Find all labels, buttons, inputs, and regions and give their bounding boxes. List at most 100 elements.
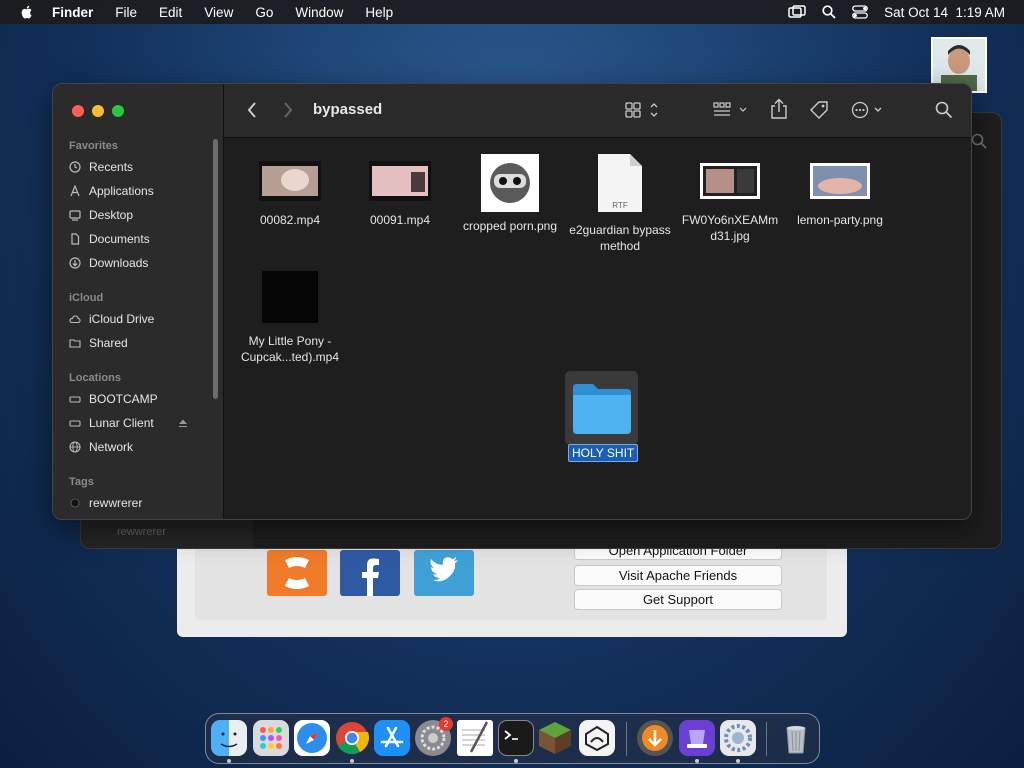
file-item-my-little-pony-mp4[interactable]: My Little Pony - Cupcak...ted).mp4 [235,269,345,365]
sidebar-item-downloads[interactable]: Downloads [69,253,148,273]
more-actions-icon[interactable] [851,101,887,119]
sidebar-item-label: Shared [89,336,128,350]
downloads-stack-icon[interactable] [637,720,673,756]
tag-dot-icon [70,498,80,508]
window-title: bypassed [313,101,383,118]
visit-apache-friends-button[interactable]: Visit Apache Friends [574,565,782,586]
selected-folder-name[interactable]: HOLY SHIT [568,444,639,462]
zoom-window-button[interactable] [112,105,124,117]
sidebar-item-recents[interactable]: Recents [69,157,133,177]
sidebar-item-lunar-client[interactable]: Lunar Client [69,413,219,433]
menu-help[interactable]: Help [365,5,393,20]
file-browser-area[interactable]: 00082.mp4 00091.mp4 cropped porn.png RTF… [224,138,971,519]
menu-edit[interactable]: Edit [159,5,182,20]
xampp-icon[interactable] [679,720,715,756]
image-thumbnail-icon [700,163,760,199]
video-thumbnail-icon [260,269,320,325]
folder-icon[interactable] [571,382,633,436]
file-name: 00082.mp4 [259,213,321,227]
twitter-icon[interactable] [414,550,474,596]
sidebar-item-tag-rewwrerer[interactable]: rewwrerer [69,493,142,513]
sidebar-item-applications[interactable]: Applications [69,181,154,201]
tag-icon[interactable] [809,100,829,120]
shared-folder-icon [69,339,81,348]
icon-view-icon[interactable] [625,101,661,119]
menu-window[interactable]: Window [295,5,343,20]
file-item-e2guardian-rtf[interactable]: RTF e2guardian bypass method [565,153,675,254]
applications-icon [70,185,80,197]
sidebar-scrollbar[interactable] [213,139,218,399]
finder-icon[interactable] [211,720,247,756]
back-chevron-icon[interactable] [246,101,258,119]
drive-icon [69,420,81,427]
menu-file[interactable]: File [115,5,137,20]
sidebar-item-shared[interactable]: Shared [69,333,128,353]
sidebar-item-label: Network [89,440,134,454]
background-search-icon[interactable] [971,133,987,149]
lunar-client-icon[interactable] [579,720,615,756]
facebook-icon[interactable] [340,550,400,596]
sidebar-section-locations: Locations [69,372,121,384]
xampp-logo-icon[interactable] [267,550,327,596]
sidebar-item-desktop[interactable]: Desktop [69,205,133,225]
download-icon [69,257,81,269]
menu-app-name[interactable]: Finder [52,5,93,20]
sidebar-section-tags: Tags [69,476,94,488]
eject-icon[interactable] [177,417,189,429]
app-store-icon[interactable] [374,720,410,756]
rtf-badge: RTF [612,201,628,210]
launchpad-icon[interactable] [253,720,289,756]
search-icon[interactable] [935,101,953,119]
sidebar-item-documents[interactable]: Documents [69,229,150,249]
menu-bar: Finder File Edit View Go Window Help Sat… [0,0,1024,24]
share-icon[interactable] [770,98,788,120]
dock-running-indicator [350,759,354,763]
background-sidebar-tag: rewwrerer [117,526,166,538]
menu-go[interactable]: Go [255,5,273,20]
menubar-clock[interactable]: Sat Oct 14 1:19 AM [884,5,1005,20]
sidebar-item-label: Recents [89,160,134,174]
sidebar-item-network[interactable]: Network [69,437,133,457]
sidebar-item-icloud-drive[interactable]: iCloud Drive [69,309,154,329]
minimize-window-button[interactable] [92,105,104,117]
get-support-button[interactable]: Get Support [574,589,782,610]
file-item-lemon-party-png[interactable]: lemon-party.png [785,158,895,228]
terminal-icon[interactable] [498,720,534,756]
file-name: 00091.mp4 [369,213,431,227]
dock-separator [626,722,627,756]
desktop-icon [69,210,81,221]
close-window-button[interactable] [72,105,84,117]
clock-icon [69,161,81,173]
dock-running-indicator [695,759,699,763]
menu-view[interactable]: View [204,5,233,20]
minecraft-icon[interactable] [537,720,573,756]
file-name: My Little Pony - Cupcak...ted).mp4 [240,334,340,364]
dock-running-indicator [227,759,231,763]
file-item-fw0yo6-jpg[interactable]: FW0Yo6nXEAMmd31.jpg [675,158,785,244]
dock-running-indicator [514,759,518,763]
system-prefs-icon[interactable] [720,720,756,756]
file-item-cropped-png[interactable]: cropped porn.png [455,154,565,234]
spotlight-search-icon[interactable] [822,5,836,19]
sidebar-item-label: Lunar Client [89,416,154,430]
image-thumbnail-icon [481,154,539,212]
file-item-00091-mp4[interactable]: 00091.mp4 [345,158,455,228]
group-by-icon[interactable] [713,101,749,119]
forward-chevron-icon[interactable] [282,101,294,119]
safari-icon[interactable] [294,720,330,756]
video-thumbnail-icon [259,161,321,201]
sidebar-item-bootcamp[interactable]: BOOTCAMP [69,389,158,409]
control-center-icon[interactable] [852,5,869,19]
apple-menu-icon[interactable] [19,4,35,20]
file-name: FW0Yo6nXEAMmd31.jpg [681,213,779,243]
dock: 2 [205,713,820,764]
image-thumbnail-icon [810,163,870,199]
sidebar-item-label: iCloud Drive [89,312,155,326]
chrome-icon[interactable] [334,720,370,756]
trash-icon[interactable] [778,720,814,756]
dock-separator [766,722,767,756]
file-item-00082-mp4[interactable]: 00082.mp4 [235,158,345,228]
textedit-icon[interactable] [457,720,493,756]
screen-mirroring-icon[interactable] [788,5,806,19]
sidebar-item-label: rewwrerer [89,496,143,510]
